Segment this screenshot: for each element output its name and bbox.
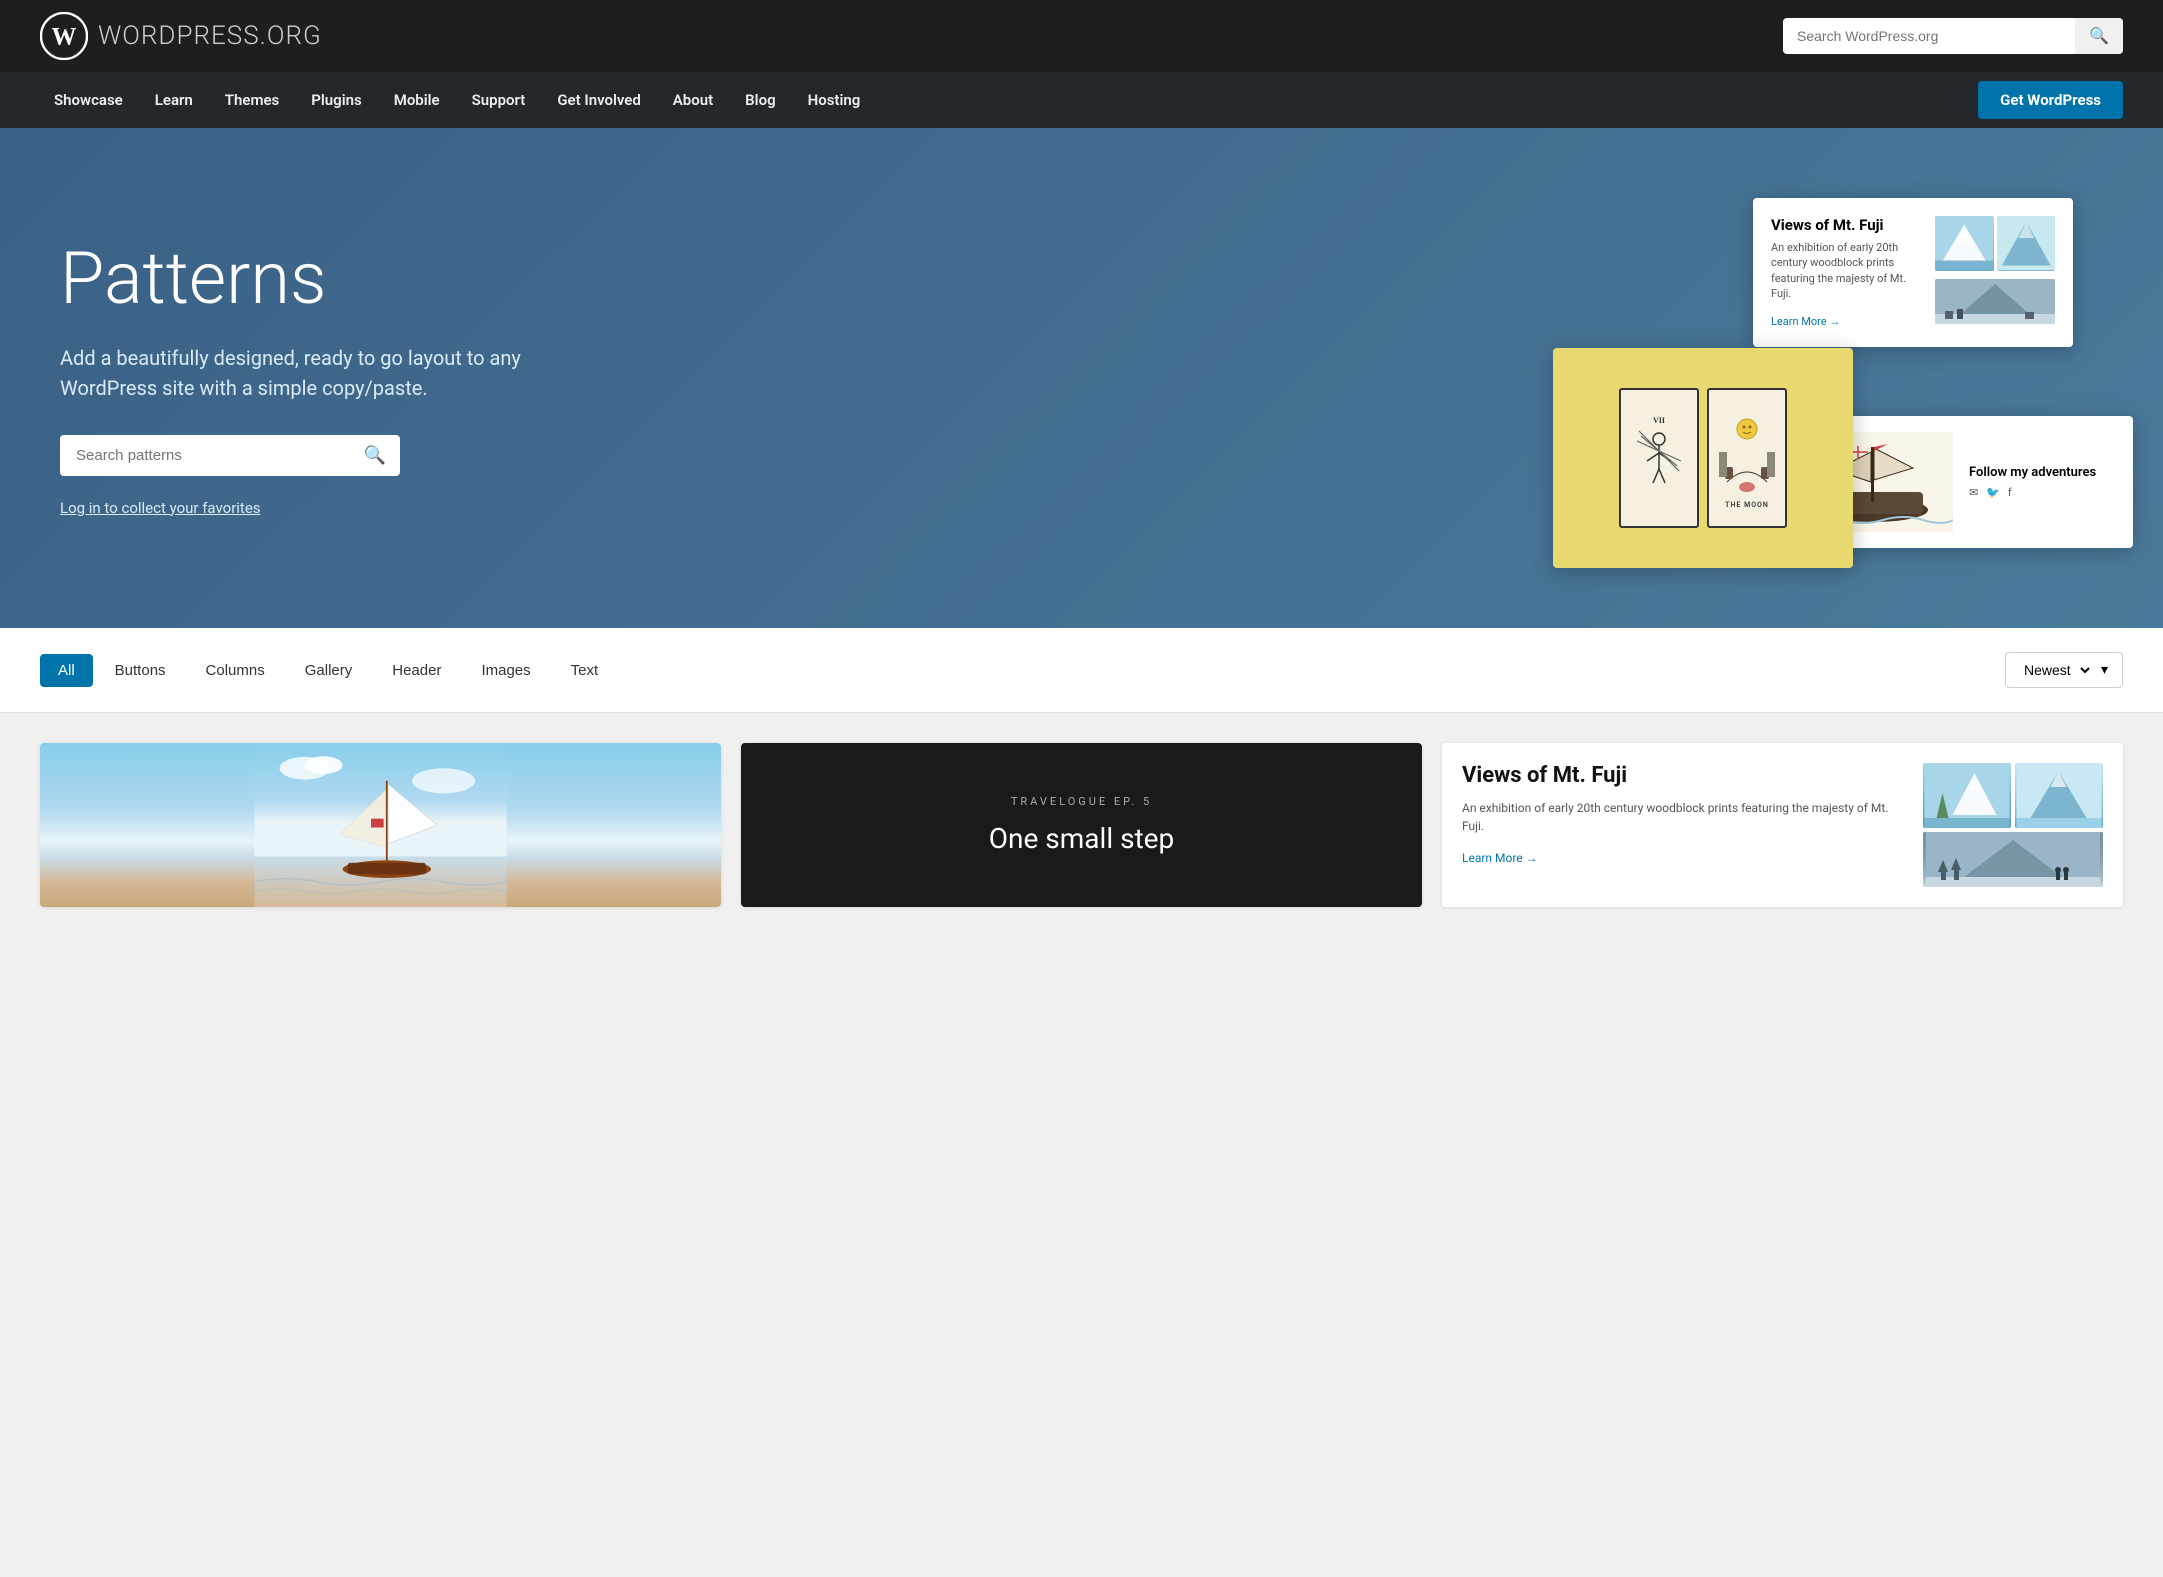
nav-item-mobile[interactable]: Mobile (380, 83, 454, 117)
fuji-preview: Views of Mt. Fuji An exhibition of early… (1442, 743, 2123, 907)
tarot-label-moon: THE MOON (1725, 501, 1769, 509)
tarot-card-2: THE MOON (1707, 388, 1787, 528)
nav-item-blog[interactable]: Blog (731, 83, 789, 117)
fuji-preview-mountain-2 (2015, 763, 2103, 828)
social-icons: ✉ 🐦 f (1969, 486, 2096, 499)
filter-tab-text[interactable]: Text (553, 654, 617, 687)
mountain-wide-icon (1935, 279, 2055, 324)
top-bar: W WordPress.org 🔍 (0, 0, 2163, 72)
fuji-preview-img-1 (1923, 763, 2011, 828)
fuji-preview-img-2 (2015, 763, 2103, 828)
svg-text:VII: VII (1653, 416, 1665, 425)
filter-bar: All Buttons Columns Gallery Header Image… (0, 628, 2163, 713)
hero-tarot-card: VII (1553, 348, 1853, 568)
hero-title: Patterns (60, 239, 580, 318)
filter-tab-columns[interactable]: Columns (188, 654, 283, 687)
email-icon: ✉ (1969, 486, 1978, 499)
main-nav: Showcase Learn Themes Plugins Mobile Sup… (0, 72, 2163, 128)
hero-section: Patterns Add a beautifully designed, rea… (0, 128, 2163, 628)
fuji-preview-desc: An exhibition of early 20th century wood… (1462, 799, 1907, 835)
fuji-preview-mountain-1 (1923, 763, 2011, 828)
nav-links: Showcase Learn Themes Plugins Mobile Sup… (40, 83, 874, 117)
pattern-card-sailing[interactable] (40, 743, 721, 907)
sort-select-input[interactable]: Newest Oldest Popular (2020, 661, 2093, 679)
filter-tab-all[interactable]: All (40, 654, 93, 687)
mountain-icon-2 (1997, 216, 2056, 271)
facebook-icon: f (2008, 486, 2012, 499)
fuji-card-link[interactable]: Learn More → (1771, 315, 1840, 328)
patterns-grid: TRAVELOGUE EP. 5 One small step Views of… (0, 713, 2163, 937)
filter-tabs: All Buttons Columns Gallery Header Image… (40, 654, 616, 687)
filter-tab-buttons[interactable]: Buttons (97, 654, 184, 687)
mountain-icon-1 (1935, 216, 1994, 271)
get-wordpress-button[interactable]: Get WordPress (1978, 81, 2123, 119)
global-search-input[interactable] (1783, 20, 2075, 52)
chevron-down-icon: ▾ (2101, 662, 2108, 678)
hero-search-bar[interactable]: 🔍 (60, 435, 400, 476)
nav-item-plugins[interactable]: Plugins (297, 83, 375, 117)
fuji-preview-img-3 (1923, 832, 2103, 887)
filter-tab-images[interactable]: Images (463, 654, 548, 687)
filter-tab-gallery[interactable]: Gallery (287, 654, 371, 687)
sailing-preview (40, 743, 721, 907)
fuji-card-title: Views of Mt. Fuji (1771, 216, 1923, 234)
fuji-preview-link[interactable]: Learn More → (1462, 851, 1538, 865)
svg-text:W: W (52, 24, 77, 51)
global-search-bar[interactable]: 🔍 (1783, 18, 2123, 54)
pattern-search-input[interactable] (60, 435, 350, 476)
sailing-boat-icon (40, 743, 721, 907)
fuji-content-left: Views of Mt. Fuji An exhibition of early… (1462, 763, 1907, 866)
hero-description: Add a beautifully designed, ready to go … (60, 343, 580, 403)
fuji-card-text: Views of Mt. Fuji An exhibition of early… (1771, 216, 1923, 329)
tarot-figure-icon: VII (1629, 411, 1689, 501)
tarot-card-1: VII (1619, 388, 1699, 528)
filter-tab-header[interactable]: Header (374, 654, 459, 687)
pattern-card-travelogue[interactable]: TRAVELOGUE EP. 5 One small step (741, 743, 1422, 907)
fuji-img-1 (1935, 216, 1994, 271)
logo-suffix-text: .org (260, 21, 322, 51)
fuji-preview-mountain-wide (1923, 832, 2103, 887)
hero-illustrations: Views of Mt. Fuji An exhibition of early… (1563, 188, 2123, 568)
travelogue-preview: TRAVELOGUE EP. 5 One small step (741, 743, 1422, 907)
tarot-moon-icon (1717, 407, 1777, 497)
ship-card-text: Follow my adventures ✉ 🐦 f (1969, 465, 2096, 499)
logo-main-text: WordPress (98, 21, 260, 51)
fuji-preview-header: Views of Mt. Fuji An exhibition of early… (1462, 763, 2103, 887)
fuji-preview-images (1923, 763, 2103, 887)
nav-item-showcase[interactable]: Showcase (40, 83, 137, 117)
hero-left: Patterns Add a beautifully designed, rea… (60, 239, 580, 516)
fuji-img-3 (1935, 279, 2055, 324)
nav-item-support[interactable]: Support (458, 83, 540, 117)
fuji-card-images (1935, 216, 2055, 329)
login-link[interactable]: Log in to collect your favorites (60, 499, 261, 517)
travelogue-episode: TRAVELOGUE EP. 5 (1011, 795, 1152, 808)
fuji-preview-title: Views of Mt. Fuji (1462, 763, 1907, 789)
nav-item-learn[interactable]: Learn (141, 83, 207, 117)
nav-item-get-involved[interactable]: Get Involved (543, 83, 654, 117)
nav-item-hosting[interactable]: Hosting (794, 83, 875, 117)
ship-card-title: Follow my adventures (1969, 465, 2096, 480)
pattern-search-button[interactable]: 🔍 (350, 435, 400, 476)
fuji-card-desc: An exhibition of early 20th century wood… (1771, 240, 1923, 302)
hero-fuji-card: Views of Mt. Fuji An exhibition of early… (1753, 198, 2073, 347)
sort-dropdown[interactable]: Newest Oldest Popular ▾ (2005, 652, 2123, 688)
pattern-card-fuji[interactable]: Views of Mt. Fuji An exhibition of early… (1442, 743, 2123, 907)
twitter-icon: 🐦 (1986, 486, 2000, 499)
nav-item-themes[interactable]: Themes (211, 83, 293, 117)
global-search-button[interactable]: 🔍 (2075, 18, 2123, 54)
logo-area[interactable]: W WordPress.org (40, 12, 322, 60)
wordpress-logo-icon: W (40, 12, 88, 60)
nav-item-about[interactable]: About (659, 83, 727, 117)
fuji-img-2 (1997, 216, 2056, 271)
travelogue-title: One small step (989, 822, 1175, 855)
logo-wordmark: WordPress.org (98, 21, 322, 51)
